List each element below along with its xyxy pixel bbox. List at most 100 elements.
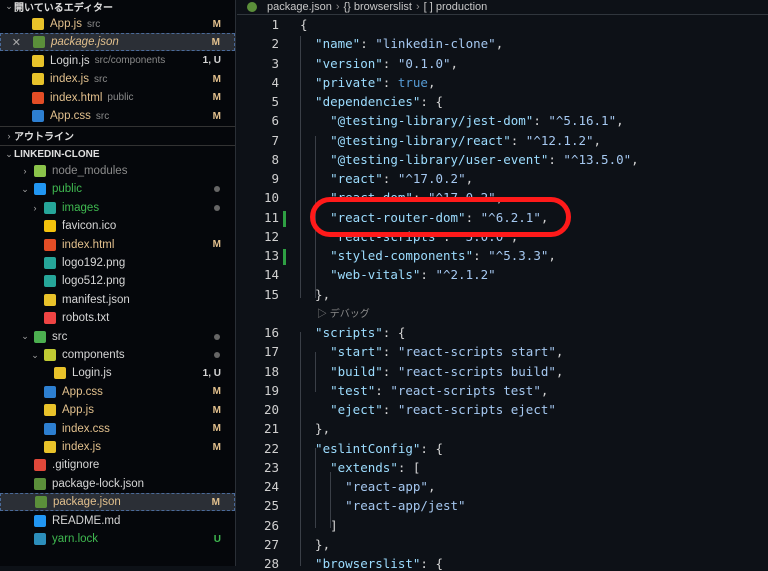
nodejs-icon (35, 496, 47, 509)
code-line[interactable]: "scripts": { (315, 325, 405, 340)
punctuation: , (450, 55, 459, 71)
breadcrumb-file[interactable]: package.json (267, 1, 332, 13)
tree-item[interactable]: logo192.png (0, 254, 235, 272)
line-number: 28 (263, 556, 279, 571)
punctuation: , (465, 171, 474, 186)
open-editor-item[interactable]: ✕ package.json M (0, 33, 235, 52)
tree-item[interactable]: App.js M (0, 401, 235, 419)
code-line[interactable]: "start": "react-scripts start", (330, 344, 563, 359)
css-icon (32, 110, 44, 122)
chevron-right-icon: › (33, 202, 37, 213)
git-status-badge: 1, U (202, 367, 221, 379)
code-line[interactable]: "react-app/jest" (345, 498, 465, 513)
file-name: package-lock.json (52, 477, 145, 490)
code-line[interactable]: "dependencies": { (315, 94, 443, 109)
code-line[interactable]: "web-vitals": "^2.1.2" (330, 267, 496, 282)
line-number: 11 (263, 209, 279, 225)
file-name: .gitignore (52, 459, 100, 472)
open-editor-item[interactable]: index.js src M (0, 70, 235, 88)
open-editor-item[interactable]: Login.js src/components 1, U (0, 52, 235, 70)
open-editor-item[interactable]: App.js src M (0, 15, 235, 33)
punctuation: , (540, 382, 549, 398)
code-line[interactable]: "name": "linkedin-clone", (315, 36, 503, 51)
open-editor-item[interactable]: index.html public M (0, 89, 235, 107)
file-path: src (86, 18, 101, 30)
tree-item[interactable]: index.js M (0, 438, 235, 456)
file-name: images (62, 201, 100, 214)
tree-item[interactable]: › node_modules (0, 162, 235, 180)
open-editors-header[interactable]: ⌄ 開いているエディター (0, 0, 235, 15)
project-header[interactable]: ⌄ LINKEDIN-CLONE (0, 145, 235, 163)
code-line[interactable]: }, (315, 421, 330, 436)
code-editor[interactable]: package.json › {} browserslist › [ ] produ… (237, 0, 768, 571)
file-name: yarn.lock (52, 533, 99, 545)
git-status-badge: M (212, 110, 221, 122)
punctuation: : (420, 267, 436, 283)
breadcrumb-production[interactable]: [ ] production (424, 1, 488, 13)
code-line[interactable]: "styled-components": "^5.3.3", (330, 248, 556, 263)
json-key: "@testing-library/jest-dom" (330, 113, 534, 129)
punctuation: : (382, 344, 398, 360)
tree-item[interactable]: README.md (0, 512, 235, 530)
tree-item[interactable]: App.css M (0, 383, 235, 401)
tree-item[interactable]: ⌄ components (0, 346, 235, 364)
punctuation: : (382, 74, 398, 90)
punctuation: : [ (397, 459, 421, 475)
punctuation: , (427, 479, 436, 494)
tree-item[interactable]: › images (0, 199, 235, 217)
tree-item[interactable]: yarn.lock U (0, 530, 235, 548)
code-line[interactable]: "extends": [ (330, 460, 420, 475)
code-line[interactable]: "eject": "react-scripts eject" (330, 402, 556, 417)
open-editor-item[interactable]: App.css src M (0, 107, 235, 125)
json-value: "^13.5.0" (563, 151, 632, 167)
line-number: 19 (263, 382, 279, 398)
code-line[interactable]: }, (315, 287, 330, 302)
code-line[interactable]: "react-app", (345, 479, 435, 494)
file-name: logo512.png (62, 275, 126, 288)
tree-item[interactable]: index.html M (0, 236, 235, 254)
close-icon[interactable]: ✕ (1, 36, 25, 49)
json-value: "linkedin-clone" (375, 36, 496, 52)
json-value: "react-scripts build" (397, 363, 556, 379)
tree-item[interactable]: robots.txt (0, 309, 235, 327)
json-value: true (397, 74, 428, 90)
line-number: 13 (263, 248, 279, 263)
code-line[interactable]: "test": "react-scripts test", (330, 383, 548, 398)
code-line[interactable]: "build": "react-scripts build", (330, 364, 563, 379)
code-line[interactable]: { (300, 17, 308, 32)
punctuation: : (533, 113, 549, 129)
code-line[interactable]: "browserslist": { (315, 556, 443, 571)
punctuation: : { (420, 94, 443, 109)
breadcrumb-browserslist[interactable]: {} browserslist (344, 1, 412, 13)
tree-item[interactable]: logo512.png (0, 272, 235, 290)
code-line[interactable]: "private": true, (315, 75, 435, 90)
tree-item[interactable]: manifest.json (0, 291, 235, 309)
tree-item[interactable]: ⌄ src (0, 328, 235, 346)
file-name: package.json (51, 36, 119, 49)
code-line[interactable]: "version": "0.1.0", (315, 56, 458, 71)
json-key: "browserslist" (315, 556, 421, 571)
tree-item[interactable]: package.json M (0, 493, 235, 512)
outline-header[interactable]: › アウトライン (0, 126, 235, 144)
tree-item[interactable]: index.css M (0, 420, 235, 438)
tree-item[interactable]: ⌄ public (0, 180, 235, 198)
code-line[interactable]: }, (315, 537, 330, 552)
punctuation: , (427, 74, 436, 90)
tree-item[interactable]: package-lock.json (0, 475, 235, 493)
tree-item[interactable]: favicon.ico (0, 217, 235, 235)
code-line[interactable]: "eslintConfig": { (315, 441, 443, 456)
line-number: 5 (271, 94, 279, 109)
tree-item[interactable]: .gitignore (0, 456, 235, 474)
code-line[interactable]: "react": "^17.0.2", (330, 171, 473, 186)
code-line[interactable]: "@testing-library/jest-dom": "^5.16.1", (330, 113, 624, 128)
indent-guide (300, 332, 301, 566)
git-status-badge: M (212, 441, 221, 453)
code-line[interactable]: "@testing-library/user-event": "^13.5.0"… (330, 152, 639, 167)
git-status-badge: U (213, 533, 221, 545)
punctuation: }, (315, 536, 331, 552)
image-icon (44, 275, 56, 288)
tree-item[interactable]: Login.js 1, U (0, 364, 235, 382)
code-line[interactable]: ] (330, 518, 338, 533)
debug-codelens[interactable]: ▷ デバッグ (317, 305, 370, 320)
code-line[interactable]: "@testing-library/react": "^12.1.2", (330, 133, 601, 148)
